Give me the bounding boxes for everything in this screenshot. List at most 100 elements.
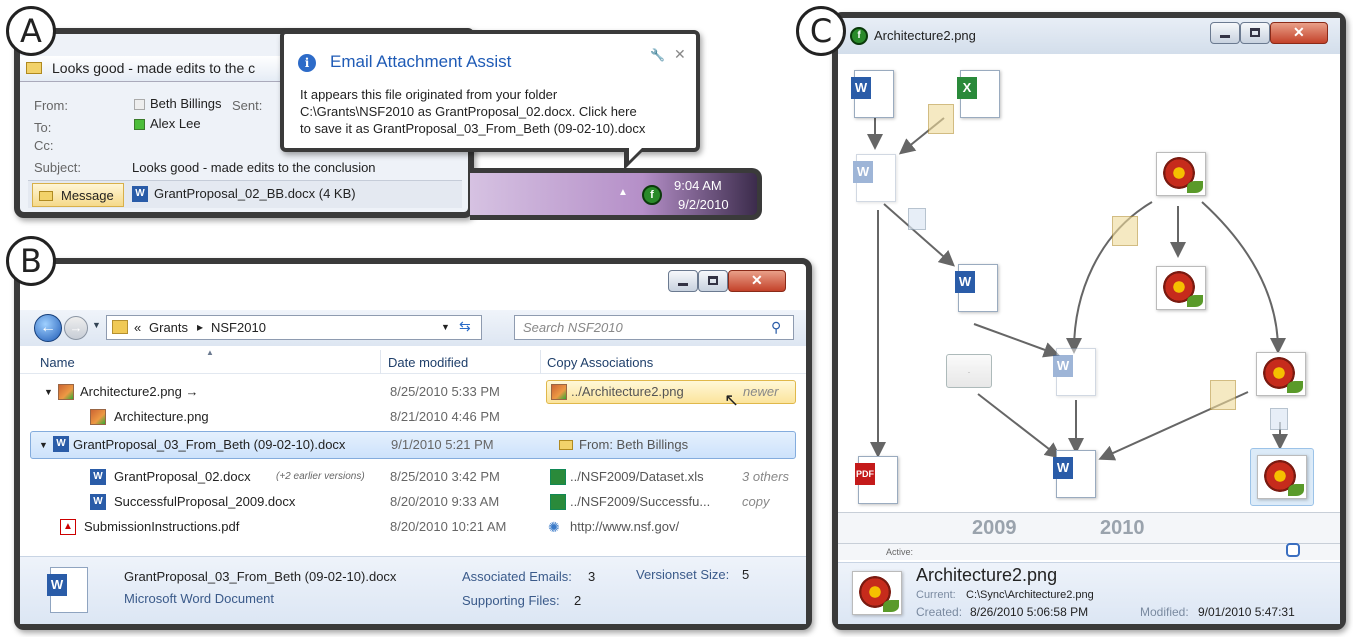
- from-label: From:: [34, 98, 68, 113]
- excel-badge: X: [957, 77, 977, 99]
- attachment-name: GrantProposal_02_BB.docx (4 KB): [154, 186, 356, 201]
- show-hidden-icons-icon[interactable]: ▲: [618, 187, 628, 198]
- column-date[interactable]: Date modified: [388, 355, 468, 370]
- maximize-button[interactable]: [1240, 22, 1270, 44]
- graph-edge: [973, 323, 1060, 358]
- graph-node-word[interactable]: W: [955, 264, 998, 312]
- balloon-title: Email Attachment Assist: [330, 52, 512, 71]
- association-path[interactable]: ../NSF2009/Dataset.xls: [570, 466, 704, 488]
- graph-node-image-current[interactable]: [1257, 455, 1307, 499]
- close-button[interactable]: ✕: [728, 270, 786, 292]
- graph-node-word[interactable]: W: [1053, 450, 1096, 498]
- created-label: Created:: [916, 605, 963, 619]
- column-name[interactable]: Name: [40, 355, 75, 370]
- association-note: 3 others: [742, 469, 789, 484]
- table-row-selected[interactable]: ▼ W GrantProposal_03_From_Beth (09-02-10…: [30, 431, 796, 459]
- minimize-button[interactable]: [1210, 22, 1240, 44]
- created-value: 8/26/2010 5:06:58 PM: [970, 605, 1089, 619]
- panel-c-version-graph: f Architecture2.png ✕ W X W W W W PDF 20…: [832, 12, 1346, 630]
- message-tab[interactable]: Message: [32, 183, 124, 207]
- file-date: 9/1/2010 5:21 PM: [391, 437, 494, 452]
- forward-button[interactable]: →: [64, 316, 88, 340]
- details-pane: W GrantProposal_03_From_Beth (09-02-10).…: [20, 556, 806, 624]
- table-row[interactable]: ▼ Architecture2.png → 8/25/2010 5:33 PM …: [20, 380, 806, 410]
- clock-time[interactable]: 9:04 AM: [674, 178, 722, 193]
- search-icon[interactable]: ⚲: [771, 319, 781, 336]
- breadcrumb-separator[interactable]: ▸: [197, 320, 203, 334]
- fileassist-tray-icon[interactable]: f: [642, 185, 662, 205]
- notification-balloon[interactable]: i Email Attachment Assist 🔧 ✕ It appears…: [280, 30, 700, 152]
- close-icon[interactable]: ✕: [674, 46, 686, 63]
- expand-arrow-icon[interactable]: ▼: [44, 381, 53, 403]
- graph-node-excel[interactable]: X: [957, 70, 1000, 118]
- table-row[interactable]: ▲ SubmissionInstructions.pdf 8/20/2010 1…: [20, 516, 806, 538]
- graph-node-word[interactable]: W: [851, 70, 894, 118]
- image-file-icon: [90, 409, 106, 425]
- attachment-bar: Message W GrantProposal_02_BB.docx (4 KB…: [28, 180, 462, 208]
- graph-details: Architecture2.png Current: C:\Sync\Archi…: [838, 562, 1340, 624]
- address-dropdown-icon[interactable]: ▼: [441, 322, 450, 332]
- association-url[interactable]: http://www.nsf.gov/: [570, 516, 679, 538]
- minimize-icon: [1220, 35, 1230, 38]
- minimize-button[interactable]: [668, 270, 698, 292]
- assoc-emails-label: Associated Emails:: [462, 569, 572, 584]
- image-file-icon: [58, 384, 74, 400]
- association-value[interactable]: From: Beth Billings: [579, 432, 688, 458]
- graph-node-image[interactable]: [1256, 352, 1306, 396]
- word-badge: W: [1053, 355, 1073, 377]
- active-range-handle[interactable]: [1286, 543, 1300, 557]
- graph-edge: [1201, 201, 1286, 354]
- refresh-icon[interactable]: ⇆: [459, 318, 471, 335]
- attachment-item[interactable]: W GrantProposal_02_BB.docx (4 KB): [132, 183, 452, 207]
- graph-node-email[interactable]: [946, 354, 992, 388]
- close-button[interactable]: ✕: [1270, 22, 1328, 44]
- copy-clipboard-icon: [1112, 216, 1138, 246]
- copy-doc-icon: [908, 208, 926, 230]
- column-assoc[interactable]: Copy Associations: [547, 355, 653, 370]
- breadcrumb-grants[interactable]: Grants: [149, 320, 188, 335]
- details-filename: GrantProposal_03_From_Beth (09-02-10).do…: [124, 569, 397, 584]
- message-tab-label: Message: [61, 188, 114, 203]
- word-doc-large-icon: W: [47, 567, 88, 613]
- graph-node-pdf[interactable]: PDF: [855, 456, 898, 504]
- wrench-icon[interactable]: 🔧: [650, 48, 665, 62]
- table-row[interactable]: W GrantProposal_02.docx (+2 earlier vers…: [20, 466, 806, 488]
- graph-node-word-faded[interactable]: W: [1053, 348, 1096, 396]
- column-divider: [380, 350, 381, 374]
- association-newer[interactable]: ../Architecture2.png newer: [546, 380, 796, 404]
- table-row[interactable]: Architecture.png 8/21/2010 4:46 PM: [20, 406, 806, 428]
- file-name: GrantProposal_02.docx: [114, 469, 251, 484]
- copy-doc-icon: [1270, 408, 1288, 430]
- balloon-tail-inner: [629, 148, 642, 161]
- graph-edge: [977, 393, 1062, 459]
- pdf-file-icon: ▲: [60, 519, 76, 535]
- back-button[interactable]: ←: [34, 314, 62, 342]
- maximize-button[interactable]: [698, 270, 728, 292]
- expand-arrow-icon[interactable]: ▼: [39, 432, 48, 458]
- modified-label: Modified:: [1140, 605, 1189, 619]
- address-bar[interactable]: « Grants ▸ NSF2010 ▼ ⇆: [106, 315, 482, 340]
- search-input[interactable]: Search NSF2010: [523, 320, 623, 335]
- graph-title: Architecture2.png: [874, 28, 976, 43]
- graph-node-current-highlight[interactable]: [1250, 448, 1314, 506]
- table-row[interactable]: W SuccessfulProposal_2009.docx 8/20/2010…: [20, 491, 806, 513]
- breadcrumb-overflow[interactable]: «: [134, 320, 141, 335]
- recent-pages-icon[interactable]: ▼: [92, 320, 101, 330]
- subject-value: Looks good - made edits to the conclusio…: [132, 160, 376, 175]
- from-value[interactable]: Beth Billings: [134, 96, 222, 111]
- to-label: To:: [34, 120, 52, 135]
- label-a: A: [6, 6, 56, 56]
- balloon-text-line: to save it as GrantProposal_03_From_Beth…: [300, 121, 646, 136]
- taskbar: ▲ f 9:04 AM 9/2/2010: [470, 168, 762, 220]
- search-box[interactable]: Search NSF2010 ⚲: [514, 315, 794, 340]
- graph-node-image[interactable]: [1156, 152, 1206, 196]
- graph-node-word-faded[interactable]: W: [853, 154, 896, 202]
- graph-node-image[interactable]: [1156, 266, 1206, 310]
- breadcrumb-nsf2010[interactable]: NSF2010: [211, 320, 266, 335]
- to-value[interactable]: Alex Lee: [134, 116, 201, 131]
- clock-date[interactable]: 9/2/2010: [678, 197, 729, 212]
- timeline-divider: [838, 543, 1340, 544]
- close-icon: ✕: [751, 272, 763, 288]
- year-label: 2009: [972, 517, 1017, 539]
- association-path[interactable]: ../NSF2009/Successfu...: [570, 491, 710, 513]
